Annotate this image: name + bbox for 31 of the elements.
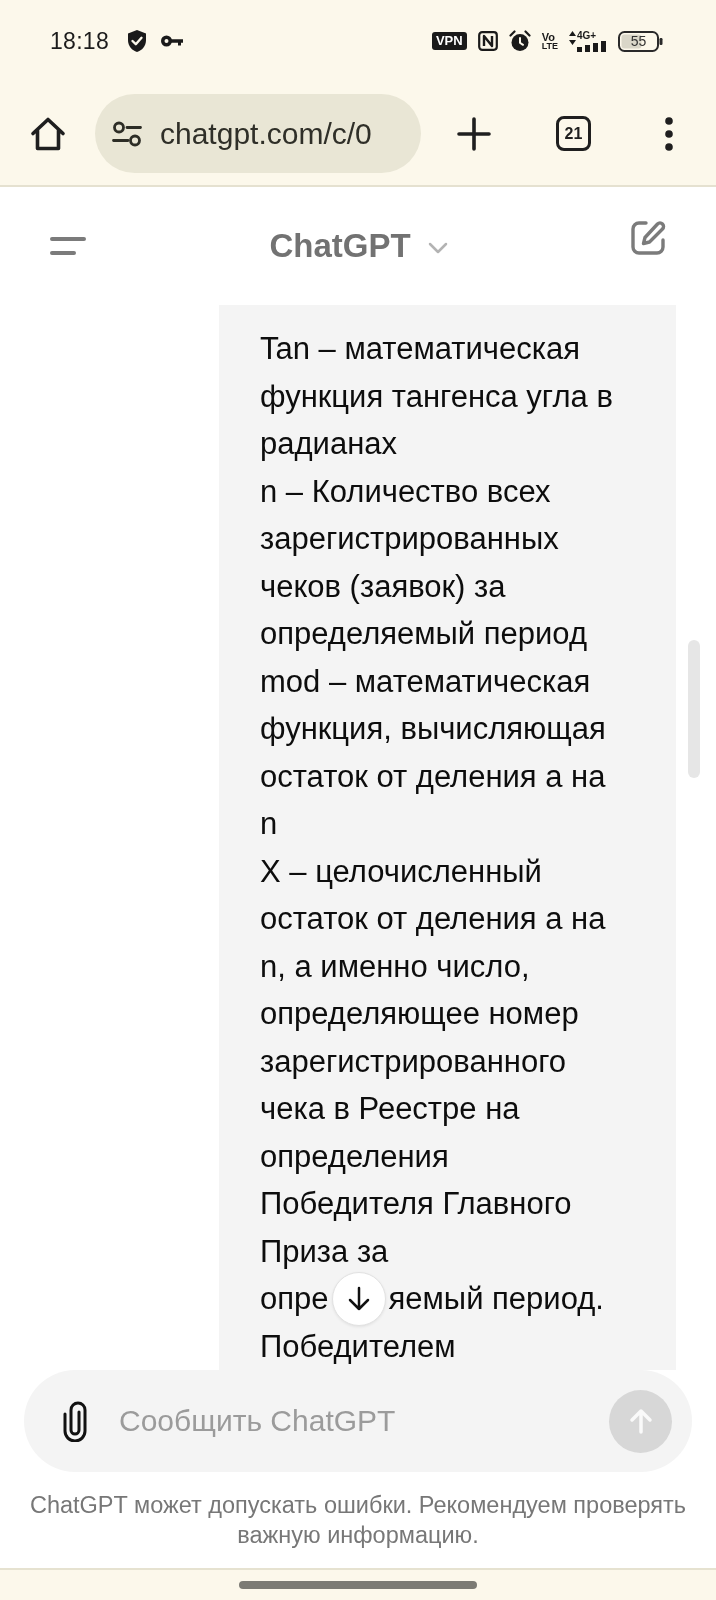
model-selector[interactable]: ChatGPT	[269, 227, 448, 265]
alarm-clock-icon	[508, 30, 531, 52]
edit-icon[interactable]	[629, 219, 667, 257]
vpn-indicator: VPN	[431, 32, 467, 50]
gesture-handle[interactable]	[239, 1581, 477, 1589]
message-text: mod – математическая функция, вычисляющая остаток от деления a на n	[260, 662, 607, 843]
signal-bars-icon	[577, 40, 607, 52]
nfc-icon	[477, 31, 498, 51]
message-text: Победителем	[260, 1327, 457, 1366]
menu-icon[interactable]	[50, 236, 86, 256]
network-type: 4G+	[577, 30, 597, 41]
url-text: chatgpt.com/c/0	[160, 116, 372, 151]
tab-switcher-button[interactable]: 21	[556, 116, 591, 151]
message-text: яемый период.	[388, 1280, 604, 1318]
url-bar[interactable]: chatgpt.com/c/0	[95, 94, 421, 173]
data-arrows-icon	[569, 30, 576, 45]
message-input-field[interactable]: Сообщить ChatGPT	[24, 1370, 692, 1472]
battery-percentage: 55	[630, 34, 647, 48]
lte-label: LTE	[541, 41, 558, 51]
disclaimer-text: ChatGPT может допускать ошибки. Рекомендуем проверять важную информацию.	[28, 1491, 688, 1550]
status-time: 18:18	[50, 27, 110, 55]
plus-icon[interactable]	[457, 116, 491, 151]
chevron-down-icon	[427, 242, 448, 254]
message-text: опре	[260, 1280, 329, 1318]
key-icon	[161, 35, 184, 47]
volte-label: Vo	[541, 31, 555, 42]
home-icon[interactable]	[30, 115, 66, 152]
more-options-icon[interactable]	[665, 116, 673, 151]
shield-check-icon	[127, 29, 148, 53]
scroll-down-button[interactable]	[331, 1271, 386, 1326]
message-input[interactable]: Сообщить ChatGPT	[119, 1401, 601, 1441]
